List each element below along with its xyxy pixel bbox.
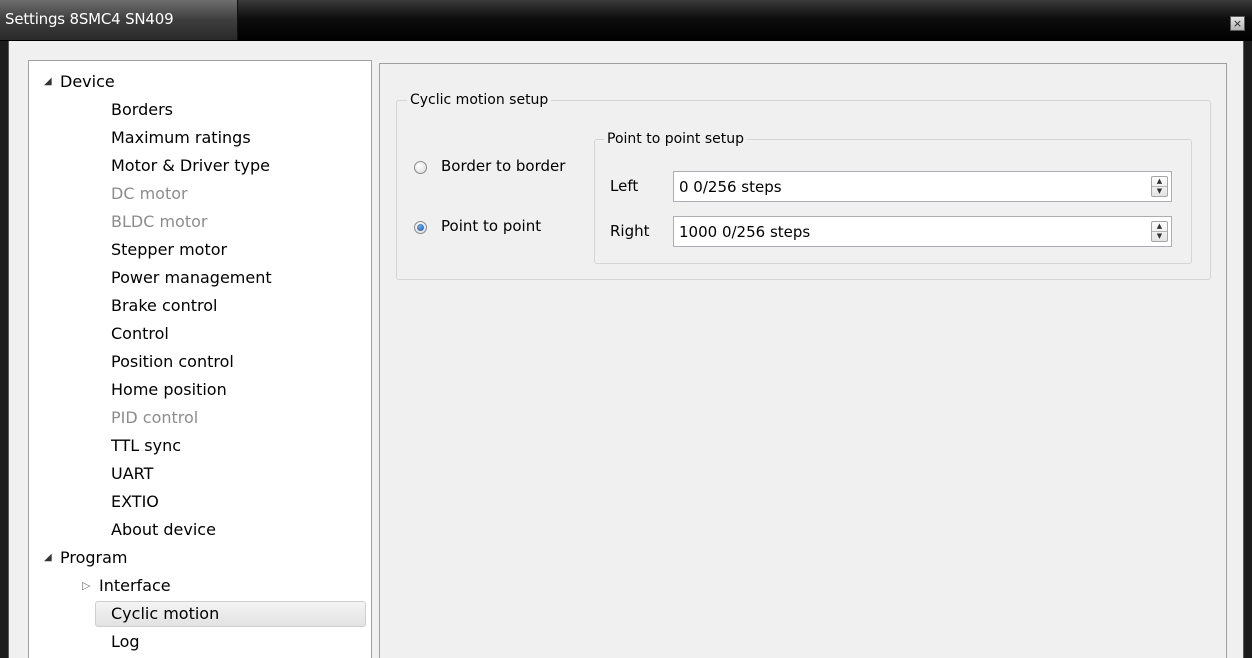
spin-up-icon[interactable]: ▲ [1152,177,1167,187]
collapse-arrow-icon[interactable]: ▷ [82,574,90,598]
right-label: Right [610,222,650,240]
spin-down-icon[interactable]: ▼ [1152,187,1167,196]
tree-item-home-position[interactable]: Home position [111,378,227,402]
left-label: Left [610,177,639,195]
tree-item-bldc-motor: BLDC motor [111,212,208,231]
tree-node-device[interactable]: Device [60,70,115,94]
tree-item-cyclic-motion[interactable]: Cyclic motion [95,601,366,627]
tree-item-brake-control[interactable]: Brake control [111,294,217,318]
title-tab: Settings 8SMC4 SN409 [0,0,238,40]
tree-item-ttl-sync[interactable]: TTL sync [111,434,181,458]
right-spin-buttons[interactable]: ▲ ▼ [1151,221,1168,242]
border-to-border-radio[interactable] [414,161,427,174]
tree-item-position-control[interactable]: Position control [111,350,234,374]
tree-item-power-management[interactable]: Power management [111,266,272,290]
settings-window: Settings 8SMC4 SN409 × ◢ Device Borders … [0,0,1252,658]
tree-item-extio[interactable]: EXTIO [111,490,159,514]
tree-item-uart[interactable]: UART [111,462,153,486]
tree-item-stepper-motor[interactable]: Stepper motor [111,238,227,262]
tree-item-log[interactable]: Log [111,630,140,654]
settings-tree[interactable]: ◢ Device Borders Maximum ratings Motor &… [28,60,372,658]
tree-item-borders[interactable]: Borders [111,98,173,122]
tree-item-about-device[interactable]: About device [111,518,216,542]
spin-down-icon[interactable]: ▼ [1152,232,1167,241]
left-spin-buttons[interactable]: ▲ ▼ [1151,176,1168,197]
point-to-point-label[interactable]: Point to point [441,217,541,235]
title-bar[interactable]: Settings 8SMC4 SN409 × [0,0,1252,41]
cyclic-motion-group-title: Cyclic motion setup [407,92,552,108]
left-position-spinbox[interactable]: 0 0/256 steps ▲ ▼ [673,171,1172,202]
point-to-point-group-title: Point to point setup [604,131,748,147]
tree-item-motor-driver-type[interactable]: Motor & Driver type [111,154,270,178]
point-to-point-radio[interactable] [414,221,427,234]
tree-item-control[interactable]: Control [111,322,169,346]
border-to-border-label[interactable]: Border to border [441,157,565,175]
tree-node-program[interactable]: Program [60,546,128,570]
tree-item-maximum-ratings[interactable]: Maximum ratings [111,126,251,150]
close-button[interactable]: × [1230,16,1245,31]
settings-page: Cyclic motion setup Border to border Poi… [379,63,1227,658]
tree-item-dc-motor: DC motor [111,184,188,203]
spin-up-icon[interactable]: ▲ [1152,222,1167,232]
radio-selected-dot [417,224,424,231]
right-position-value[interactable]: 1000 0/256 steps [679,223,810,241]
close-icon: × [1232,17,1243,30]
window-title: Settings 8SMC4 SN409 [5,10,174,28]
expand-arrow-icon[interactable]: ◢ [44,70,52,94]
expand-arrow-icon[interactable]: ◢ [44,546,52,570]
right-position-spinbox[interactable]: 1000 0/256 steps ▲ ▼ [673,216,1172,247]
left-position-value[interactable]: 0 0/256 steps [679,178,782,196]
tree-item-interface[interactable]: Interface [99,574,171,598]
tree-item-pid-control: PID control [111,408,199,427]
